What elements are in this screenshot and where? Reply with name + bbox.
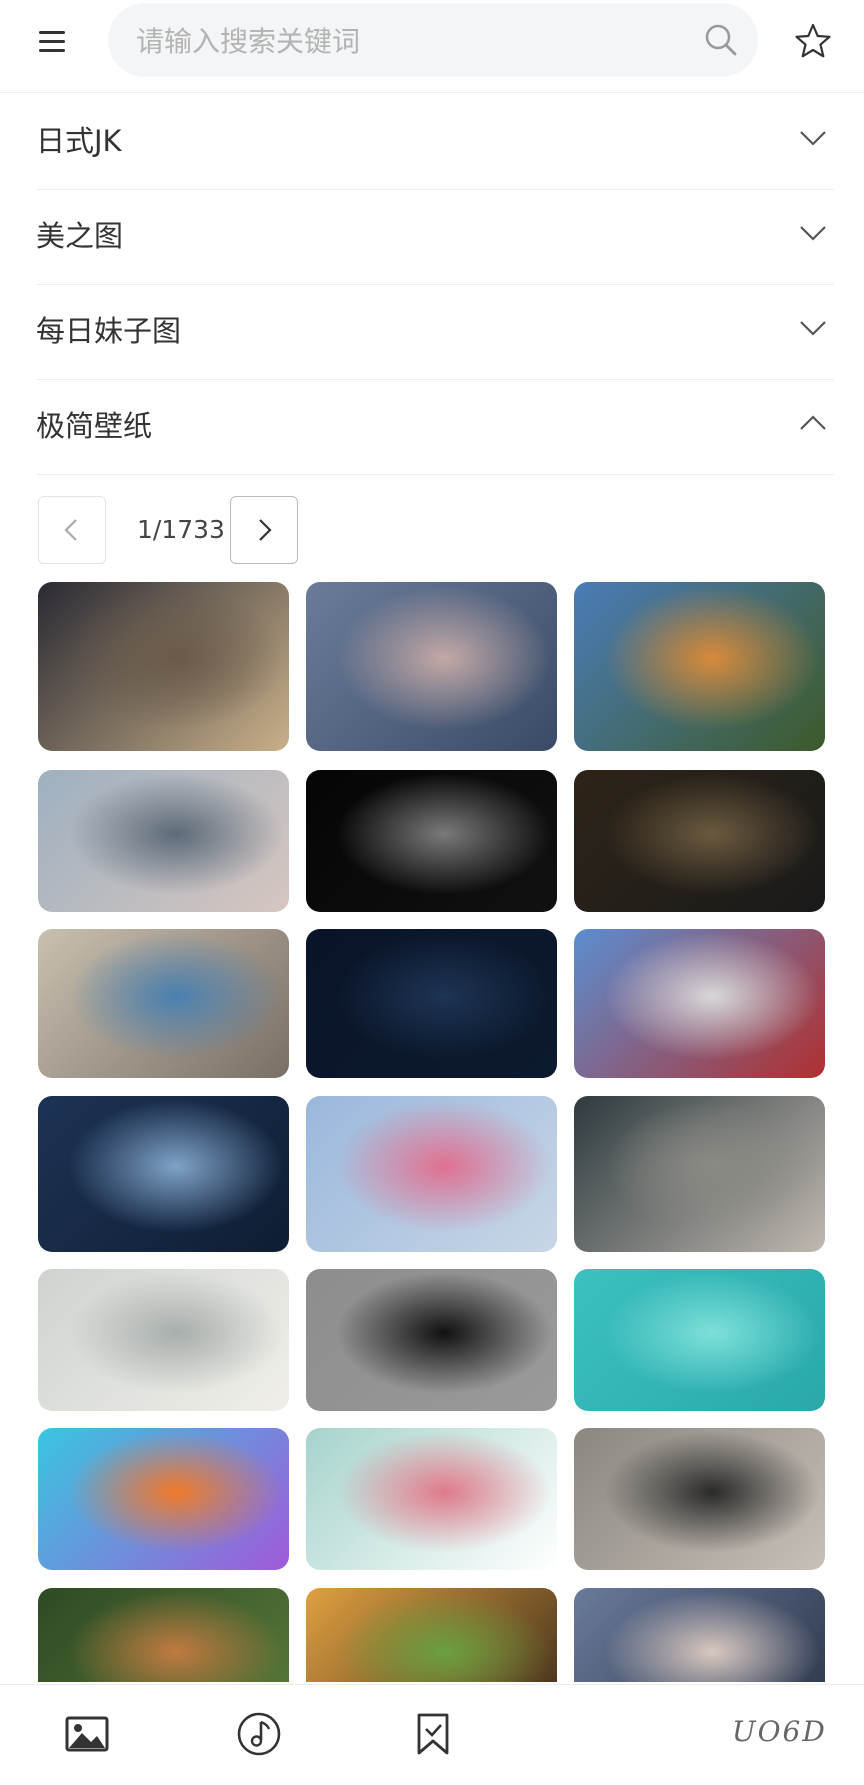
wallpaper-thumbnail[interactable] <box>38 929 289 1078</box>
wallpaper-thumbnail[interactable] <box>574 1588 825 1682</box>
wallpaper-grid <box>38 582 828 1682</box>
music-icon[interactable] <box>236 1711 282 1757</box>
category-item[interactable]: 日式JK <box>36 94 834 190</box>
wallpaper-thumbnail[interactable] <box>306 929 557 1078</box>
search-box[interactable] <box>108 3 758 79</box>
category-label: 每日妹子图 <box>36 314 182 348</box>
search-icon[interactable] <box>704 23 738 57</box>
wallpaper-thumbnail[interactable] <box>38 582 289 751</box>
wallpaper-thumbnail[interactable] <box>306 1096 557 1252</box>
chevron-down-icon <box>800 226 826 241</box>
top-bar <box>0 0 864 93</box>
wallpaper-thumbnail[interactable] <box>574 1096 825 1252</box>
wallpaper-thumbnail[interactable] <box>574 1269 825 1411</box>
page-indicator: 1/1733 <box>137 515 225 544</box>
chevron-left-icon <box>64 519 77 541</box>
watermark-signature: UO6D <box>732 1715 827 1748</box>
wallpaper-thumbnail[interactable] <box>574 1428 825 1570</box>
category-label: 日式JK <box>36 124 122 158</box>
category-label: 极简壁纸 <box>36 409 153 443</box>
category-label: 美之图 <box>36 219 124 253</box>
wallpaper-thumbnail[interactable] <box>306 770 557 912</box>
next-page-button[interactable] <box>230 496 298 564</box>
chevron-up-icon <box>800 415 826 430</box>
wallpaper-thumbnail[interactable] <box>38 1096 289 1252</box>
wallpaper-thumbnail[interactable] <box>574 770 825 912</box>
wallpaper-thumbnail[interactable] <box>38 1269 289 1411</box>
wallpaper-thumbnail[interactable] <box>38 770 289 912</box>
category-item[interactable]: 每日妹子图 <box>36 284 834 380</box>
star-icon[interactable] <box>794 22 832 60</box>
bookmark-icon[interactable] <box>410 1711 456 1757</box>
wallpaper-thumbnail[interactable] <box>574 929 825 1078</box>
prev-page-button[interactable] <box>38 496 106 564</box>
wallpaper-thumbnail[interactable] <box>38 1588 289 1682</box>
wallpaper-thumbnail[interactable] <box>38 1428 289 1570</box>
category-item-expanded[interactable]: 极简壁纸 <box>36 379 834 475</box>
chevron-down-icon <box>800 321 826 336</box>
wallpaper-thumbnail[interactable] <box>306 1269 557 1411</box>
wallpaper-thumbnail[interactable] <box>306 1588 557 1682</box>
gallery-icon[interactable] <box>64 1711 110 1757</box>
wallpaper-thumbnail[interactable] <box>574 582 825 751</box>
search-input[interactable] <box>134 3 698 79</box>
bottom-tab-bar: UO6D <box>0 1684 864 1785</box>
menu-icon[interactable] <box>34 24 70 60</box>
wallpaper-thumbnail[interactable] <box>306 582 557 751</box>
category-item[interactable]: 美之图 <box>36 189 834 285</box>
chevron-down-icon <box>800 131 826 146</box>
wallpaper-thumbnail[interactable] <box>306 1428 557 1570</box>
chevron-right-icon <box>259 519 272 541</box>
